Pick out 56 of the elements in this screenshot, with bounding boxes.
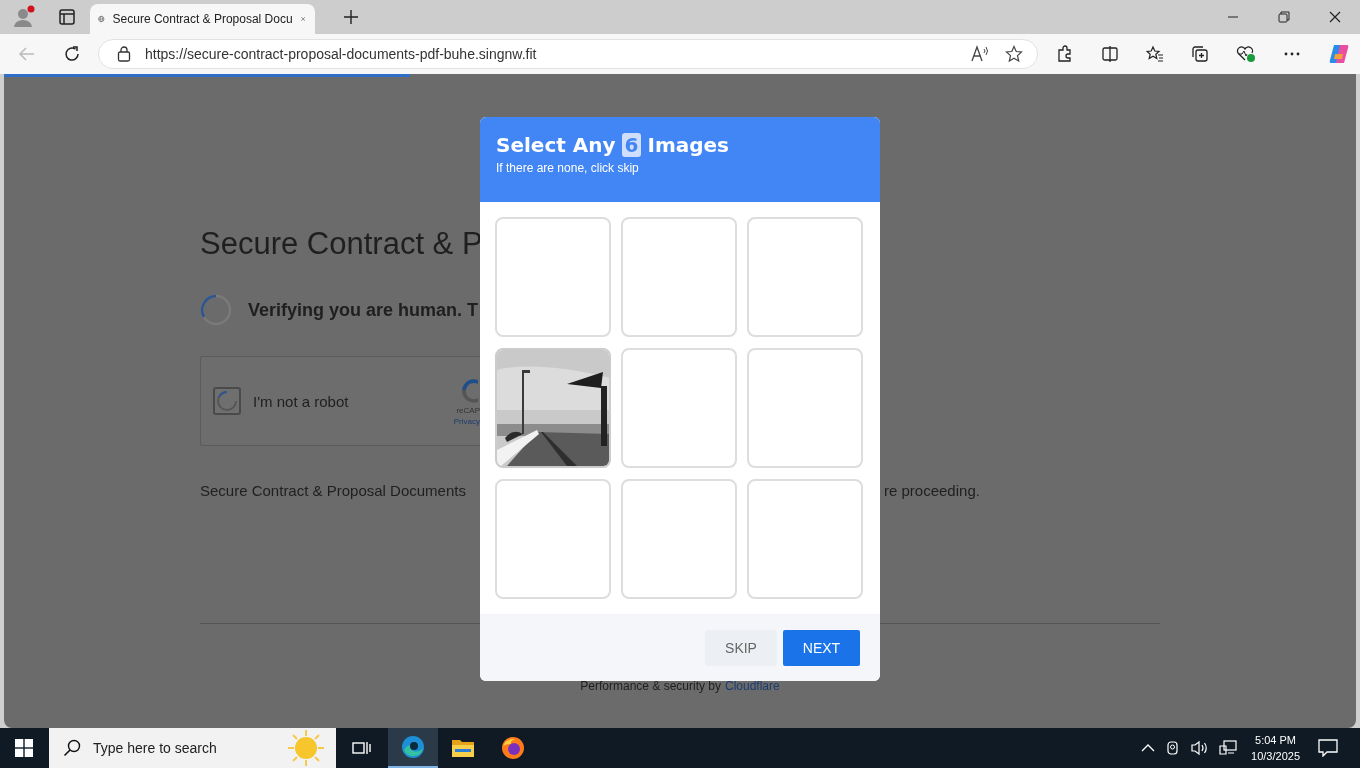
read-aloud-icon[interactable] xyxy=(971,45,991,63)
search-placeholder: Type here to search xyxy=(93,740,217,756)
image-tile[interactable] xyxy=(621,217,737,337)
fox-logo-icon xyxy=(501,736,525,760)
count-badge: 6 xyxy=(621,133,642,157)
tab-actions-icon[interactable] xyxy=(58,8,76,26)
image-tile[interactable] xyxy=(747,348,863,468)
image-tile[interactable] xyxy=(495,479,611,599)
notification-icon[interactable] xyxy=(1318,739,1338,757)
chevron-up-icon[interactable] xyxy=(1141,743,1156,753)
profile-icon[interactable] xyxy=(12,5,36,29)
image-tile[interactable] xyxy=(747,217,863,337)
image-tile[interactable] xyxy=(747,479,863,599)
close-icon[interactable] xyxy=(1329,11,1341,23)
extensions-icon[interactable] xyxy=(1056,45,1074,63)
image-tile[interactable] xyxy=(621,479,737,599)
favorite-star-icon[interactable] xyxy=(1005,45,1023,63)
lock-icon xyxy=(117,46,131,62)
footer-text: Performance & security by xyxy=(580,679,721,693)
clock-date: 10/3/2025 xyxy=(1251,749,1300,764)
refresh-icon[interactable] xyxy=(63,45,81,63)
page-note-text: re proceeding. xyxy=(884,482,980,499)
dialog-title: Select Any xyxy=(496,133,616,157)
health-icon[interactable] xyxy=(1236,45,1256,63)
edge-taskbar-button[interactable] xyxy=(388,728,438,768)
address-bar[interactable]: https://secure-contract-proposal-documents-pdf-buhe.singnw.fit xyxy=(98,39,1038,69)
browser-logo-icon xyxy=(401,735,425,759)
clock-time: 5:04 PM xyxy=(1255,733,1296,748)
restore-icon[interactable] xyxy=(1278,11,1290,23)
spinner-icon xyxy=(200,294,232,326)
image-tile[interactable] xyxy=(621,348,737,468)
captcha-checkbox[interactable] xyxy=(213,387,241,415)
browser-tab[interactable]: Secure Contract & Proposal Docu xyxy=(90,4,315,34)
skip-button[interactable]: SKIP xyxy=(705,629,777,666)
taskbar-search-field[interactable]: Type here to search xyxy=(49,728,336,768)
tab-title: Secure Contract & Proposal Docu xyxy=(112,12,293,26)
collections-icon[interactable] xyxy=(1191,45,1209,63)
dialog-title: Images xyxy=(647,133,729,157)
new-tab-icon[interactable] xyxy=(343,9,359,25)
dialog-subtitle: If there are none, click skip xyxy=(496,161,640,175)
status-text: Verifying you are human. T xyxy=(248,299,479,321)
page-title: Secure Contract & P xyxy=(200,225,484,263)
split-screen-icon[interactable] xyxy=(1101,45,1119,63)
image-tile[interactable] xyxy=(495,217,611,337)
task-view-icon[interactable] xyxy=(352,739,372,757)
url-text: https://secure-contract-proposal-documents-pdf-buhe.singnw.fit xyxy=(145,46,537,62)
next-button[interactable]: NEXT xyxy=(783,629,860,666)
windows-start-icon[interactable] xyxy=(15,739,33,757)
sun-icon xyxy=(286,730,326,766)
search-icon xyxy=(63,739,81,757)
volume-icon[interactable] xyxy=(1191,740,1210,756)
network-icon[interactable] xyxy=(1219,740,1238,756)
page-note-text: Secure Contract & Proposal Documents xyxy=(200,482,467,499)
favorites-icon[interactable] xyxy=(1146,45,1164,63)
captcha-label: I'm not a robot xyxy=(253,392,349,410)
copilot-icon[interactable] xyxy=(1328,43,1350,65)
